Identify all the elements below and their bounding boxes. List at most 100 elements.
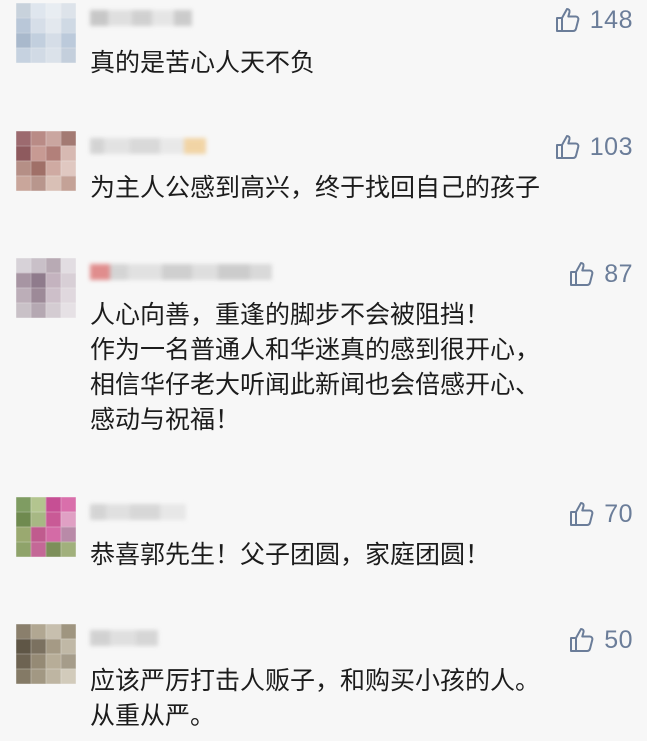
avatar-mosaic-cell [16,497,31,512]
like-button[interactable]: 148 [554,6,633,34]
avatar-mosaic-cell [46,3,61,18]
username-blur-block [184,138,206,154]
username-blurred[interactable] [90,502,186,522]
avatar-mosaic-cell [31,624,46,639]
avatar-mosaic-cell [31,669,46,684]
avatar-mosaic-cell [46,18,61,33]
avatar-mosaic-cell [31,18,46,33]
comment-text: 为主人公感到高兴，终于找回自己的孩子 [90,173,541,202]
avatar-mosaic-cell [31,146,46,161]
avatar[interactable] [16,624,76,684]
avatar-mosaic-cell [46,258,61,273]
like-button[interactable]: 103 [554,133,633,161]
avatar-mosaic-cell [46,497,61,512]
avatar-mosaic-cell [46,288,61,303]
avatar-mosaic-cell [61,273,76,288]
avatar-mosaic-cell [16,288,31,303]
username-blurred[interactable] [90,262,272,282]
thumbs-up-icon [570,628,594,652]
username-blurred[interactable] [90,136,206,156]
avatar-mosaic-cell [46,527,61,542]
avatar-mosaic-cell [16,542,31,557]
username-blur-block [106,504,130,520]
avatar[interactable] [16,258,76,318]
like-count: 148 [589,6,633,34]
avatar-mosaic-cell [61,146,76,161]
avatar-mosaic-cell [31,542,46,557]
avatar-mosaic-cell [61,624,76,639]
avatar-mosaic-cell [61,639,76,654]
avatar[interactable] [16,497,76,557]
username-blurred[interactable] [90,628,158,648]
avatar-mosaic-cell [16,624,31,639]
username-blur-block [110,630,136,646]
avatar-mosaic-cell [61,33,76,48]
username-blur-block [130,138,160,154]
thumbs-up-icon [555,135,580,159]
avatar-mosaic-cell [31,639,46,654]
username-blurred[interactable] [90,8,192,28]
avatar-mosaic-cell [31,497,46,512]
avatar-mosaic-cell [31,3,46,18]
avatar-mosaic-cell [16,273,31,288]
avatar-mosaic-cell [16,176,31,191]
avatar-mosaic-cell [31,527,46,542]
username-blur-block [90,138,104,154]
avatar-mosaic-cell [31,303,46,318]
avatar-mosaic-cell [46,146,61,161]
like-count: 103 [589,133,633,161]
avatar-mosaic-cell [16,3,31,18]
avatar-mosaic-cell [61,542,76,557]
avatar-mosaic-cell [16,131,31,146]
avatar-mosaic-cell [31,654,46,669]
comment-text: 应该严厉打击人贩子，和购买小孩的人。 从重从严。 [90,666,541,730]
like-button[interactable]: 70 [568,500,633,528]
avatar-mosaic-cell [46,176,61,191]
comment-text: 恭喜郭先生！父子团圆，家庭团圆！ [90,540,491,569]
username-blur-block [130,504,160,520]
avatar-mosaic-cell [46,624,61,639]
username-blur-block [136,630,158,646]
avatar-mosaic-cell [61,161,76,176]
avatar-mosaic-cell [46,654,61,669]
avatar-mosaic-cell [16,33,31,48]
comment-text: 人心向善，重逢的脚步不会被阻挡！ 作为一名普通人和华迷真的感到很开心， 相信华仔… [90,300,541,434]
avatar-mosaic-cell [16,258,31,273]
like-count: 50 [604,626,633,654]
avatar-mosaic-cell [61,669,76,684]
username-blur-block [104,138,130,154]
username-blur-block [192,264,218,280]
avatar[interactable] [16,131,76,191]
like-count: 87 [604,260,633,288]
like-button[interactable]: 50 [568,626,633,654]
avatar-mosaic-cell [31,161,46,176]
avatar-mosaic-cell [46,273,61,288]
like-count: 70 [604,500,633,528]
avatar-mosaic-cell [46,48,61,63]
avatar-mosaic-cell [16,654,31,669]
avatar-mosaic-cell [31,258,46,273]
thumbs-up-icon [570,502,594,526]
avatar-mosaic-cell [16,639,31,654]
avatar-mosaic-cell [16,18,31,33]
avatar-mosaic-cell [46,542,61,557]
avatar-mosaic-cell [61,258,76,273]
avatar[interactable] [16,3,76,63]
username-blur-block [90,10,108,26]
username-blur-block [90,264,110,280]
username-blur-block [108,10,132,26]
avatar-mosaic-cell [31,33,46,48]
avatar-mosaic-cell [46,669,61,684]
username-blur-block [132,10,152,26]
avatar-mosaic-cell [31,512,46,527]
avatar-mosaic-cell [31,48,46,63]
avatar-mosaic-cell [61,654,76,669]
avatar-mosaic-cell [16,48,31,63]
avatar-mosaic-cell [46,303,61,318]
avatar-mosaic-cell [61,3,76,18]
username-blur-block [160,138,184,154]
avatar-mosaic-cell [16,303,31,318]
avatar-mosaic-cell [61,18,76,33]
like-button[interactable]: 87 [568,260,633,288]
avatar-mosaic-cell [61,48,76,63]
